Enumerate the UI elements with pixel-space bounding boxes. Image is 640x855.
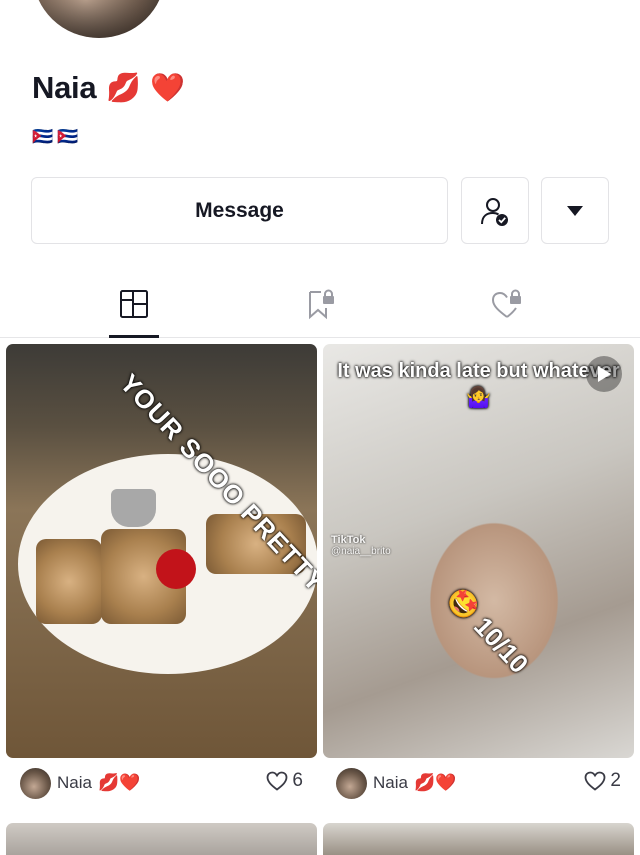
post-author-name: Naia <box>373 773 408 792</box>
message-button-label: Message <box>195 198 284 222</box>
thumbnail-cup <box>111 489 156 527</box>
tab-videos[interactable] <box>94 270 174 338</box>
post-overlay-rating: 🤩 10/10 <box>441 582 535 680</box>
following-button[interactable] <box>461 177 529 244</box>
post-likes-count: 6 <box>292 770 303 791</box>
thumbnail-strawberry <box>156 549 196 589</box>
more-options-button[interactable] <box>541 177 609 244</box>
tab-saved[interactable] <box>281 270 361 338</box>
post-likes-count: 2 <box>610 770 621 791</box>
tiktok-watermark: TikTok @naia__brito <box>331 534 391 557</box>
user-check-icon <box>481 197 508 226</box>
avatar <box>20 767 51 799</box>
post-thumbnail[interactable]: YOUR SOOO PRETTY <box>6 344 317 758</box>
bookmark-lock-icon <box>309 289 334 320</box>
grid-icon <box>120 290 148 318</box>
caret-down-icon <box>567 205 583 216</box>
post-likes[interactable]: 6 <box>266 770 303 792</box>
message-button[interactable]: Message <box>31 177 448 244</box>
profile-bio: 🇨🇺🇨🇺 <box>32 127 83 147</box>
post-thumbnail[interactable] <box>323 823 634 855</box>
active-tab-indicator <box>109 335 159 338</box>
profile-tabs <box>0 270 640 338</box>
profile-name-emojis: 💋 ❤️ <box>106 71 185 104</box>
post-author[interactable]: Naia 💋❤️ <box>20 766 140 800</box>
profile-name: Naia <box>32 70 97 105</box>
heart-icon <box>267 771 288 791</box>
watermark-brand: TikTok <box>331 534 366 546</box>
watermark-handle: @naia__brito <box>331 546 391 557</box>
post-thumbnail[interactable] <box>6 823 317 855</box>
post-author[interactable]: Naia 💋❤️ <box>336 766 456 800</box>
tab-liked[interactable] <box>467 270 547 338</box>
heart-lock-icon <box>491 289 521 318</box>
play-icon <box>586 356 622 392</box>
post-author-emojis: 💋❤️ <box>97 773 141 793</box>
post-likes[interactable]: 2 <box>584 770 621 792</box>
profile-name-row: Naia 💋 ❤️ <box>32 70 185 106</box>
post-author-emojis: 💋❤️ <box>413 773 457 793</box>
profile-avatar[interactable] <box>33 0 165 38</box>
heart-icon <box>585 771 606 791</box>
post-author-name: Naia <box>57 773 92 792</box>
avatar <box>336 767 367 799</box>
thumbnail-toast <box>36 539 102 624</box>
post-thumbnail[interactable]: It was kinda late but whatever 🤷‍♀️ TikT… <box>323 344 634 758</box>
